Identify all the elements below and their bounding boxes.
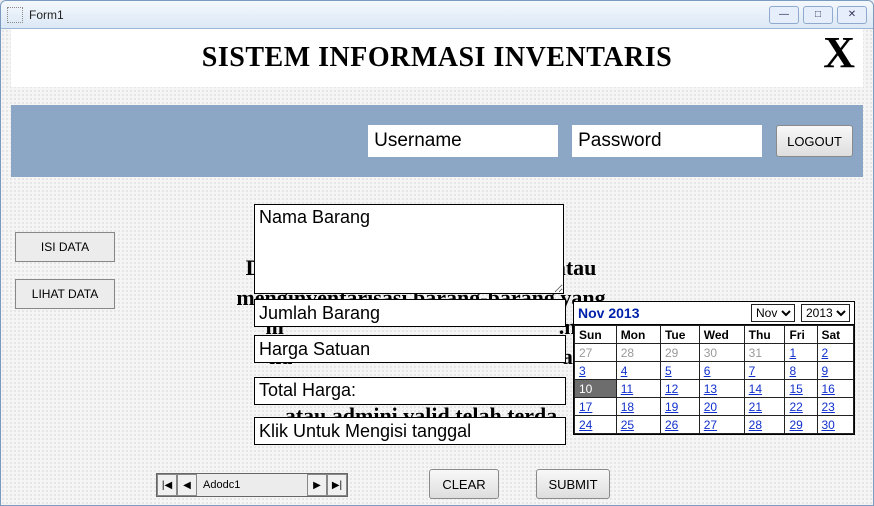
logout-button[interactable]: LOGOUT: [776, 125, 853, 157]
calendar-day-cell[interactable]: 4: [616, 362, 660, 380]
header-strip: SISTEM INFORMASI INVENTARIS X: [11, 29, 863, 87]
calendar-day-cell[interactable]: 26: [660, 416, 699, 434]
submit-button[interactable]: SUBMIT: [536, 469, 610, 499]
calendar-day-cell[interactable]: 5: [660, 362, 699, 380]
titlebar: Form1 — □ ✕: [1, 1, 873, 29]
calendar-day-cell[interactable]: 16: [817, 380, 854, 398]
calendar-day-header: Sun: [575, 326, 617, 344]
isi-data-button[interactable]: ISI DATA: [15, 232, 115, 262]
calendar-day-cell[interactable]: 30: [699, 344, 744, 362]
calendar-day-cell[interactable]: 14: [744, 380, 785, 398]
window-frame: Form1 — □ ✕ SISTEM INFORMASI INVENTARIS …: [0, 0, 874, 506]
username-input[interactable]: [368, 125, 558, 157]
calendar-day-cell[interactable]: 8: [785, 362, 817, 380]
calendar-day-cell[interactable]: 10: [575, 380, 617, 398]
password-input[interactable]: [572, 125, 762, 157]
calendar-day-cell[interactable]: 24: [575, 416, 617, 434]
calendar-day-cell[interactable]: 9: [817, 362, 854, 380]
calendar-day-cell[interactable]: 15: [785, 380, 817, 398]
window-title: Form1: [29, 8, 64, 22]
harga-satuan-input[interactable]: [254, 335, 566, 363]
calendar-day-header: Tue: [660, 326, 699, 344]
tanggal-input[interactable]: [254, 417, 566, 445]
calendar-day-header: Sat: [817, 326, 854, 344]
calendar-title: Nov 2013: [578, 305, 745, 321]
calendar-day-cell[interactable]: 31: [744, 344, 785, 362]
calendar-day-cell[interactable]: 13: [699, 380, 744, 398]
client-area: SISTEM INFORMASI INVENTARIS X LOGOUT ISI…: [1, 29, 873, 505]
calendar-day-cell[interactable]: 1: [785, 344, 817, 362]
calendar-day-header: Wed: [699, 326, 744, 344]
calendar-day-cell[interactable]: 29: [785, 416, 817, 434]
calendar-day-cell[interactable]: 6: [699, 362, 744, 380]
lihat-data-button[interactable]: LIHAT DATA: [15, 279, 115, 309]
login-bar: LOGOUT: [11, 105, 863, 177]
calendar-day-cell[interactable]: 18: [616, 398, 660, 416]
calendar-day-cell[interactable]: 28: [744, 416, 785, 434]
maximize-button[interactable]: □: [803, 6, 833, 24]
exit-x-button[interactable]: X: [823, 27, 855, 78]
page-title: SISTEM INFORMASI INVENTARIS: [202, 42, 672, 74]
close-button[interactable]: ✕: [837, 6, 867, 24]
clear-button[interactable]: CLEAR: [429, 469, 499, 499]
calendar-day-cell[interactable]: 3: [575, 362, 617, 380]
calendar-day-header: Thu: [744, 326, 785, 344]
calendar-widget: Nov 2013 Nov 2013 SunMonTueWedThuFriSat …: [573, 301, 855, 435]
jumlah-barang-input[interactable]: [254, 299, 566, 327]
app-icon: [7, 7, 23, 23]
calendar-day-cell[interactable]: 25: [616, 416, 660, 434]
minimize-button[interactable]: —: [769, 6, 799, 24]
total-harga-label: Total Harga:: [254, 377, 566, 405]
calendar-day-cell[interactable]: 28: [616, 344, 660, 362]
calendar-day-cell[interactable]: 23: [817, 398, 854, 416]
calendar-day-cell[interactable]: 19: [660, 398, 699, 416]
calendar-day-cell[interactable]: 27: [575, 344, 617, 362]
calendar-day-cell[interactable]: 30: [817, 416, 854, 434]
calendar-month-select[interactable]: Nov: [751, 304, 795, 322]
calendar-day-cell[interactable]: 20: [699, 398, 744, 416]
calendar-day-header: Mon: [616, 326, 660, 344]
nav-next-button[interactable]: ▶: [307, 474, 327, 496]
nav-prev-button[interactable]: ◀: [177, 474, 197, 496]
calendar-day-cell[interactable]: 27: [699, 416, 744, 434]
calendar-year-select[interactable]: 2013: [801, 304, 850, 322]
nav-label: Adodc1: [197, 474, 307, 496]
calendar-day-cell[interactable]: 29: [660, 344, 699, 362]
nav-first-button[interactable]: |◀: [157, 474, 177, 496]
calendar-day-cell[interactable]: 12: [660, 380, 699, 398]
calendar-day-cell[interactable]: 21: [744, 398, 785, 416]
calendar-day-cell[interactable]: 17: [575, 398, 617, 416]
data-navigator: |◀ ◀ Adodc1 ▶ ▶|: [156, 473, 348, 497]
calendar-day-cell[interactable]: 7: [744, 362, 785, 380]
calendar-day-cell[interactable]: 22: [785, 398, 817, 416]
calendar-day-header: Fri: [785, 326, 817, 344]
calendar-grid: SunMonTueWedThuFriSat 272829303112345678…: [574, 325, 854, 434]
calendar-day-cell[interactable]: 11: [616, 380, 660, 398]
calendar-day-cell[interactable]: 2: [817, 344, 854, 362]
nav-last-button[interactable]: ▶|: [327, 474, 347, 496]
nama-barang-input[interactable]: Nama Barang: [254, 204, 564, 294]
